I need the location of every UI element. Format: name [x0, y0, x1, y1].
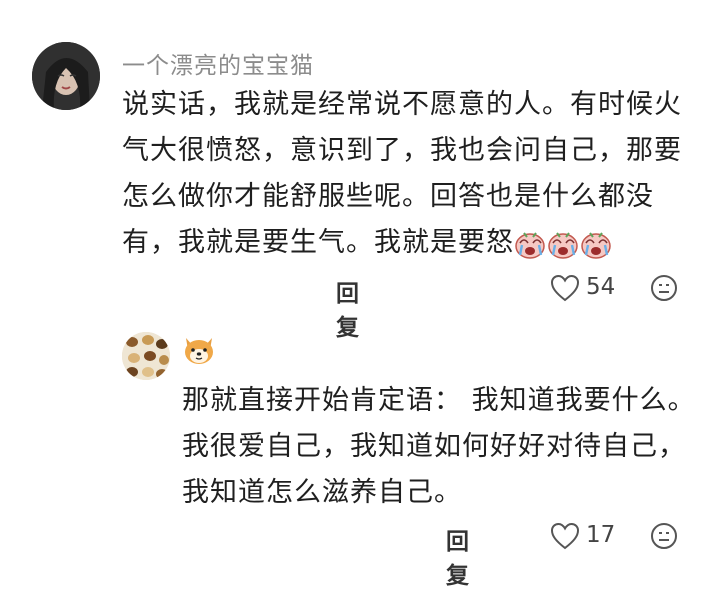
reply-line: 那就直接开始肯定语： 我知道我要什么。	[182, 385, 696, 416]
comment-line: 气大很愤怒，意识到了，我也会问自己，那要	[122, 135, 682, 166]
comment-line: 说实话，我就是经常说不愿意的人。有时候火	[122, 89, 682, 120]
avatar-photo	[32, 42, 100, 110]
user-avatar[interactable]	[32, 42, 100, 110]
neutral-face-icon[interactable]	[650, 522, 678, 550]
avatar-pattern	[122, 332, 170, 380]
heart-icon[interactable]	[550, 522, 580, 550]
crying-face-sticker-icon	[548, 231, 578, 259]
reply-button[interactable]: 回复	[336, 274, 359, 342]
shiba-dog-face-icon	[185, 338, 213, 364]
emoji-group	[514, 227, 613, 259]
like-count: 54	[586, 274, 616, 300]
heart-icon[interactable]	[550, 274, 580, 302]
reply-line: 我知道怎么滋养自己。	[182, 477, 462, 508]
comment-text: 说实话，我就是经常说不愿意的人。有时候火 气大很愤怒，意识到了，我也会问自己，那…	[122, 82, 682, 266]
comment-line: 怎么做你才能舒服些呢。回答也是什么都没	[122, 181, 654, 212]
reply-button[interactable]: 回复	[446, 522, 469, 590]
like-count: 17	[586, 522, 616, 548]
username[interactable]: 一个漂亮的宝宝猫	[122, 46, 314, 80]
reply-user-avatar[interactable]	[122, 332, 170, 380]
crying-face-sticker-icon	[581, 231, 611, 259]
reply-line: 我很爱自己，我知道如何好好对待自己，	[182, 431, 686, 462]
comment-line-last: 有，我就是要生气。我就是要怒	[122, 220, 682, 266]
reply-text: 那就直接开始肯定语： 我知道我要什么。 我很爱自己，我知道如何好好对待自己， 我…	[182, 378, 696, 516]
crying-face-sticker-icon	[515, 231, 545, 259]
neutral-face-icon[interactable]	[650, 274, 678, 302]
comment-line: 有，我就是要生气。我就是要怒	[122, 227, 514, 258]
